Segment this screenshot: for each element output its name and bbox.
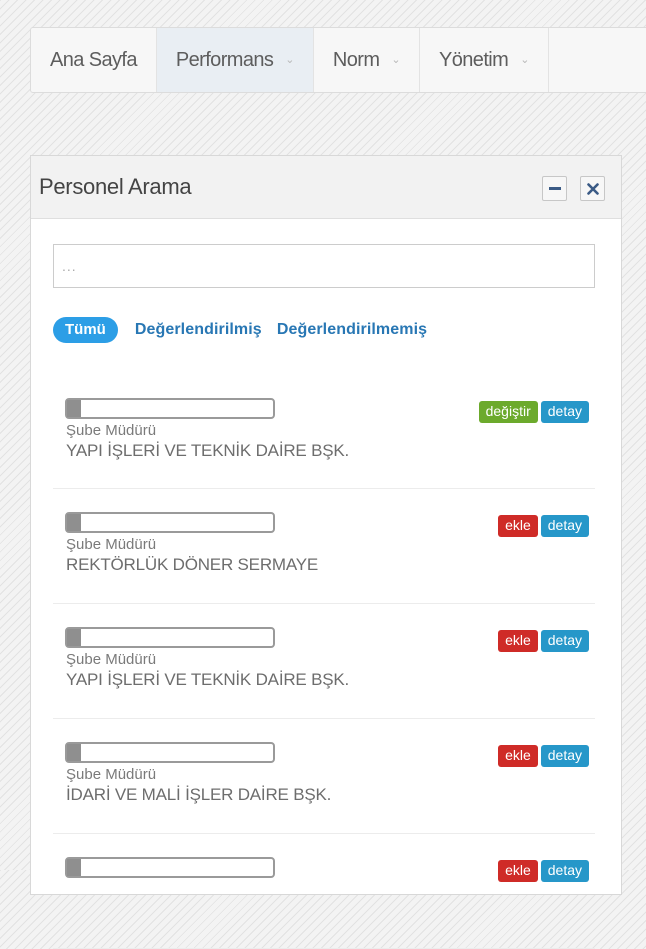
minimize-button[interactable]	[542, 176, 567, 201]
redacted-name	[65, 512, 275, 533]
list-item: Şube Müdürü YAPI İŞLERİ VE TEKNİK DAİRE …	[53, 604, 595, 719]
person-department: İDARİ VE MALİ İŞLER DAİRE BŞK.	[66, 785, 332, 804]
row-actions: ekle detay	[498, 515, 589, 537]
main-navbar: Ana Sayfa Performans ⌄ Norm ⌄ Yönetim ⌄	[30, 27, 646, 93]
list-item: Şube Müdürü REKTÖRLÜK DÖNER SERMAYE ekle…	[53, 489, 595, 604]
person-title: Şube Müdürü	[66, 536, 157, 553]
list-item: Şube Müdürü YAPI İŞLERİ VE TEKNİK DAİRE …	[53, 375, 595, 489]
nav-item-label: Norm	[332, 48, 380, 71]
person-department: YAPI İŞLERİ VE TEKNİK DAİRE BŞK.	[66, 670, 350, 689]
add-button[interactable]: ekle	[498, 860, 538, 882]
row-actions: ekle detay	[498, 630, 589, 652]
person-title: Şube Müdürü	[66, 651, 157, 668]
detail-button[interactable]: detay	[540, 515, 589, 537]
row-actions: ekle detay	[498, 860, 589, 882]
nav-item-ana-sayfa[interactable]: Ana Sayfa	[31, 28, 157, 92]
filter-tab-all[interactable]: Tümü	[53, 317, 118, 343]
row-actions: ekle detay	[498, 745, 589, 767]
chevron-down-icon: ⌄	[391, 53, 401, 66]
person-title: Şube Müdürü	[66, 766, 157, 783]
minimize-icon	[548, 187, 561, 190]
chevron-down-icon: ⌄	[520, 53, 529, 66]
personel-arama-panel: Personel Arama Tümü Değerlendirilmiş Değ…	[30, 155, 622, 949]
panel-body: Tümü Değerlendirilmiş Değerlendirilmemiş…	[31, 219, 621, 949]
filter-tab-not-evaluated[interactable]: Değerlendirilmemiş	[277, 321, 427, 339]
add-button[interactable]: ekle	[498, 515, 538, 537]
nav-item-label: Yönetim	[439, 48, 509, 71]
add-button[interactable]: ekle	[498, 630, 538, 652]
close-icon	[586, 182, 599, 195]
nav-item-norm[interactable]: Norm ⌄	[314, 28, 421, 92]
panel-title: Personel Arama	[39, 174, 192, 199]
detail-button[interactable]: detay	[540, 860, 589, 882]
search-input[interactable]	[53, 244, 595, 288]
detail-button[interactable]: detay	[540, 401, 589, 423]
person-department: REKTÖRLÜK DÖNER SERMAYE	[66, 555, 319, 574]
filter-tab-evaluated[interactable]: Değerlendirilmiş	[135, 321, 262, 339]
detail-button[interactable]: detay	[540, 630, 589, 652]
filter-tabs: Tümü Değerlendirilmiş Değerlendirilmemiş	[53, 315, 595, 345]
row-actions: değiştir detay	[478, 401, 589, 423]
nav-item-label: Ana Sayfa	[50, 48, 137, 71]
chevron-down-icon: ⌄	[285, 53, 294, 66]
add-button[interactable]: ekle	[498, 745, 538, 767]
close-button[interactable]	[580, 176, 605, 201]
redacted-name	[65, 398, 275, 419]
nav-item-yonetim[interactable]: Yönetim ⌄	[420, 28, 549, 92]
list-item: ekle detay	[53, 834, 595, 949]
panel-header: Personel Arama	[31, 156, 621, 219]
redacted-name	[65, 742, 275, 763]
change-button[interactable]: değiştir	[478, 401, 538, 423]
redacted-name	[65, 857, 275, 878]
person-title: Şube Müdürü	[66, 422, 157, 439]
detail-button[interactable]: detay	[540, 745, 589, 767]
nav-item-performans[interactable]: Performans ⌄	[156, 28, 314, 92]
personnel-list: Şube Müdürü YAPI İŞLERİ VE TEKNİK DAİRE …	[53, 375, 595, 949]
list-item: Şube Müdürü İDARİ VE MALİ İŞLER DAİRE BŞ…	[53, 719, 595, 834]
nav-item-label: Performans	[175, 48, 274, 71]
person-department: YAPI İŞLERİ VE TEKNİK DAİRE BŞK.	[66, 441, 350, 460]
redacted-name	[65, 627, 275, 648]
